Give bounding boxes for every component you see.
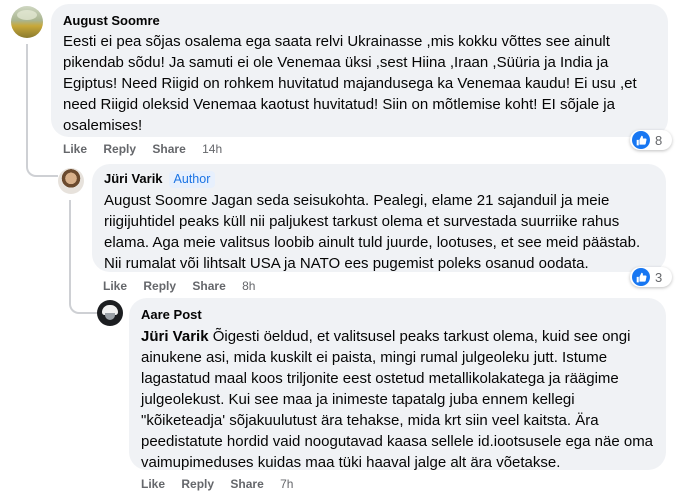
reaction-count: 3	[655, 269, 663, 285]
like-button[interactable]: Like	[141, 477, 165, 491]
share-button[interactable]: Share	[152, 142, 185, 156]
avatar[interactable]	[11, 6, 43, 38]
like-icon	[632, 268, 650, 286]
timestamp[interactable]: 14h	[202, 142, 222, 156]
comment-author[interactable]: August Soomre	[63, 12, 160, 29]
comment-author[interactable]: Jüri Varik	[104, 170, 163, 187]
comment-actions: Like Reply Share 7h	[141, 476, 306, 492]
timestamp[interactable]: 8h	[242, 279, 255, 293]
comment-body: Õigesti öeldud, et valitsusel peaks tark…	[141, 328, 654, 471]
like-button[interactable]: Like	[63, 142, 87, 156]
avatar[interactable]	[58, 168, 84, 194]
author-badge: Author	[168, 171, 216, 188]
share-button[interactable]: Share	[230, 477, 263, 491]
comment-author[interactable]: Aare Post	[141, 306, 202, 323]
timestamp[interactable]: 7h	[280, 477, 293, 491]
comment-text: Jüri Varik Õigesti öeldud, et valitsusel…	[141, 326, 654, 473]
comment-text: August Soomre Jagan seda seisukohta. Pea…	[104, 192, 641, 272]
reply-button[interactable]: Reply	[181, 477, 214, 491]
comment-bubble: Aare Post Jüri Varik Õigesti öeldud, et …	[129, 298, 666, 473]
reply-button[interactable]: Reply	[103, 142, 136, 156]
comment-actions: Like Reply Share 14h	[63, 141, 235, 157]
comment-text: Eesti ei pea sõjas osalema ega saata rel…	[63, 33, 637, 134]
reaction-summary[interactable]: 3	[630, 267, 672, 287]
reply-button[interactable]: Reply	[143, 279, 176, 293]
reaction-count: 8	[655, 132, 663, 148]
comment-bubble: August Soomre Eesti ei pea sõjas osalema…	[51, 4, 668, 137]
share-button[interactable]: Share	[192, 279, 225, 293]
avatar[interactable]	[97, 300, 123, 326]
reaction-summary[interactable]: 8	[630, 130, 672, 150]
like-button[interactable]: Like	[103, 279, 127, 293]
comment-actions: Like Reply Share 8h	[103, 278, 268, 294]
like-icon	[632, 131, 650, 149]
mention-link[interactable]: Jüri Varik	[141, 328, 209, 345]
comment-bubble: Jüri Varik Author August Soomre Jagan sed…	[92, 164, 666, 272]
